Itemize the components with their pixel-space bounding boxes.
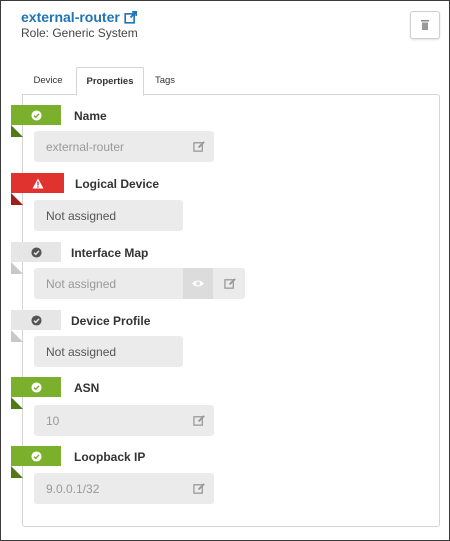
name-field[interactable]: external-router: [34, 131, 214, 162]
device-title[interactable]: external-router: [21, 9, 120, 25]
eye-icon: [192, 280, 204, 287]
check-icon: [30, 246, 42, 258]
device-profile-label: Device Profile: [71, 314, 151, 328]
check-icon: [30, 381, 42, 393]
asn-value: 10: [46, 413, 60, 428]
edit-icon[interactable]: [193, 414, 206, 427]
loopback-ip-status-flag: [11, 446, 61, 466]
flag-fold: [11, 125, 23, 137]
name-label: Name: [74, 109, 107, 123]
device-profile-field[interactable]: Not assigned: [34, 336, 183, 367]
check-icon: [30, 109, 42, 121]
loopback-ip-value: 9.0.0.1/32: [46, 481, 100, 496]
flag-fold: [11, 466, 23, 478]
tab-properties[interactable]: Properties: [76, 67, 144, 96]
device-profile-status-flag: [11, 310, 61, 330]
logical-device-status-flag: [11, 173, 64, 193]
flag-fold: [11, 330, 23, 342]
window-frame: external-router Role: Generic System Dev…: [0, 0, 450, 541]
edit-icon[interactable]: [193, 482, 206, 495]
warning-icon: [32, 178, 43, 188]
trash-icon: [421, 20, 429, 30]
asn-label: ASN: [74, 381, 100, 395]
flag-fold: [11, 193, 23, 205]
interface-map-label: Interface Map: [71, 246, 149, 260]
logical-device-label: Logical Device: [75, 177, 160, 191]
loopback-ip-label: Loopback IP: [74, 450, 146, 464]
check-icon: [30, 450, 42, 462]
interface-map-field[interactable]: Not assigned: [34, 268, 245, 299]
tab-tags[interactable]: Tags: [145, 67, 185, 94]
view-button[interactable]: [183, 268, 213, 299]
logical-device-value: Not assigned: [46, 208, 117, 223]
name-value: external-router: [46, 139, 125, 154]
name-status-flag: [11, 105, 61, 125]
check-icon: [30, 314, 42, 326]
flag-fold: [11, 262, 23, 274]
delete-button[interactable]: [410, 11, 440, 39]
interface-map-status-flag: [11, 242, 61, 262]
edit-icon[interactable]: [224, 277, 237, 290]
device-title-link[interactable]: external-router: [21, 9, 137, 25]
logical-device-field[interactable]: Not assigned: [34, 200, 183, 231]
tab-device[interactable]: Device: [23, 67, 73, 94]
interface-map-value: Not assigned: [46, 276, 117, 291]
loopback-ip-field[interactable]: 9.0.0.1/32: [34, 473, 214, 504]
flag-fold: [11, 397, 23, 409]
edit-icon[interactable]: [193, 140, 206, 153]
device-role: Role: Generic System: [21, 26, 138, 40]
external-link-icon[interactable]: [124, 10, 137, 24]
asn-status-flag: [11, 377, 61, 397]
device-profile-value: Not assigned: [46, 344, 117, 359]
asn-field[interactable]: 10: [34, 405, 214, 436]
